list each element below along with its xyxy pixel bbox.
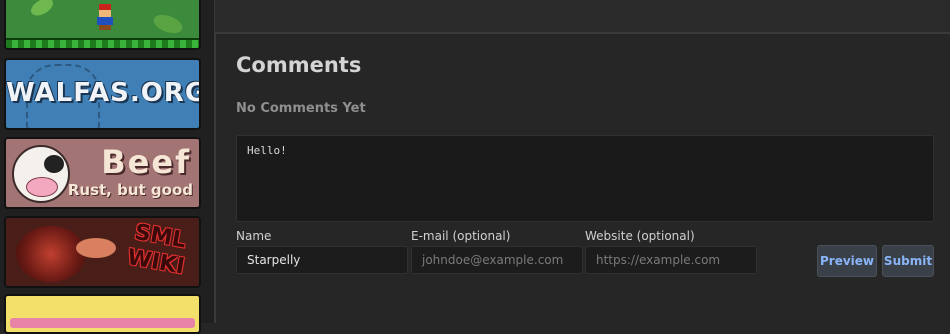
cow-icon <box>12 145 70 203</box>
mario-sprite <box>96 4 114 30</box>
website-input[interactable]: https://example.com <box>585 246 757 274</box>
sidebar: WALFAS.ORG Beef Rust, but good SML WIKI <box>0 0 214 334</box>
banner-walfas-text: WALFAS.ORG <box>6 78 201 108</box>
name-input[interactable]: Starpelly <box>236 246 408 274</box>
comments-status: No Comments Yet <box>236 101 366 116</box>
email-label: E-mail (optional) <box>411 229 511 243</box>
grass-strip <box>6 38 199 48</box>
divider <box>214 0 216 323</box>
top-panel <box>215 0 950 34</box>
banner-stripe <box>10 318 195 328</box>
banner-mario[interactable] <box>4 0 201 50</box>
banner-beef-subtitle: Rust, but good <box>67 181 193 199</box>
name-label: Name <box>236 229 272 243</box>
comments-heading: Comments <box>236 53 362 77</box>
comment-textarea[interactable]: Hello! <box>236 135 934 222</box>
character-art <box>16 226 86 282</box>
banner-beef[interactable]: Beef Rust, but good <box>4 137 201 209</box>
character-art <box>76 238 116 258</box>
leaf-decoration <box>151 11 185 37</box>
leaf-decoration <box>28 0 56 20</box>
banner-sml-text: SML WIKI <box>125 219 188 280</box>
email-input[interactable]: johndoe@example.com <box>411 246 583 274</box>
banner-walfas[interactable]: WALFAS.ORG <box>4 58 201 130</box>
website-label: Website (optional) <box>585 229 695 243</box>
preview-button[interactable]: Preview <box>817 245 877 277</box>
banner-yellow[interactable] <box>4 294 201 334</box>
banner-beef-title: Beef <box>101 143 191 181</box>
banner-sml-wiki[interactable]: SML WIKI <box>4 216 201 288</box>
submit-button[interactable]: Submit <box>882 245 934 277</box>
